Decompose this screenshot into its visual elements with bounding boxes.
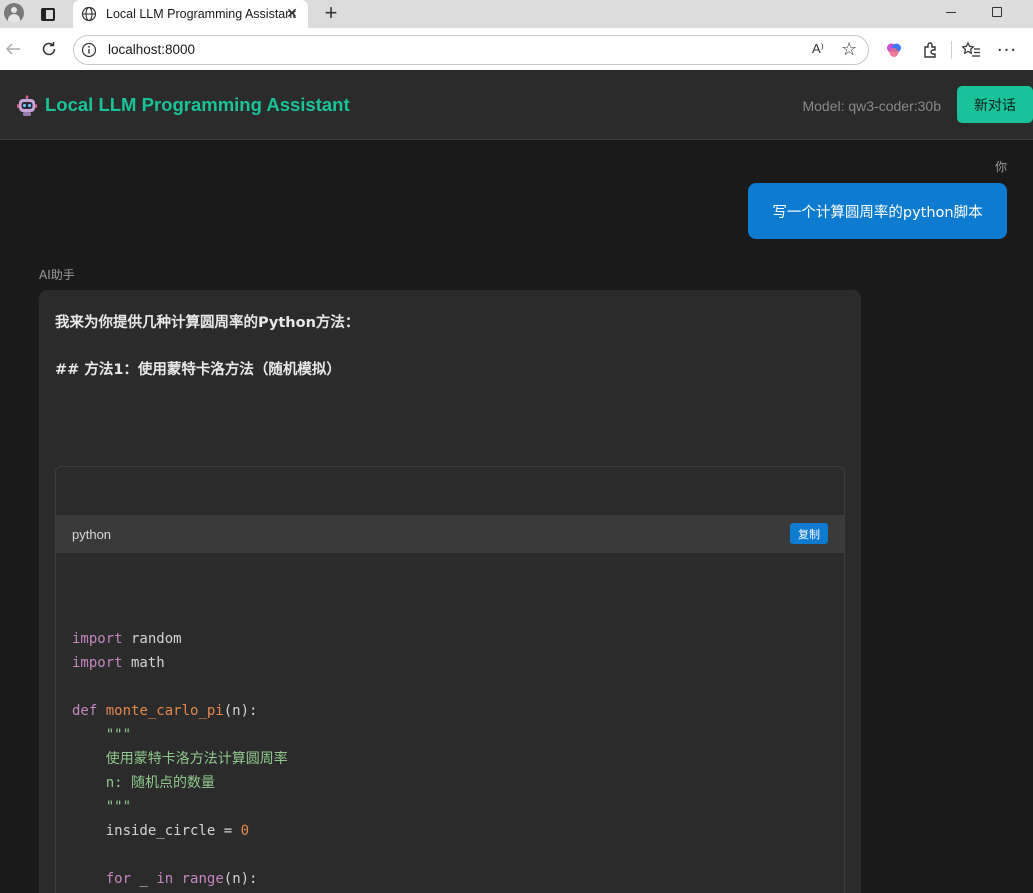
app-title: Local LLM Programming Assistant	[45, 94, 350, 115]
code-line: for _ in range(n):	[105, 871, 258, 887]
more-options-icon[interactable]: ···	[995, 38, 1019, 62]
code-line: n: 随机点的数量	[72, 775, 216, 791]
code-line: """	[72, 799, 132, 815]
code-line: inside_circle = 0	[72, 823, 250, 839]
new-chat-button[interactable]: 新对话	[957, 86, 1033, 123]
assistant-intro-text: 我来为你提供几种计算圆周率的Python方法：	[55, 315, 360, 331]
maximize-icon[interactable]	[987, 2, 1007, 22]
user-sender-label: 你	[994, 160, 1007, 174]
copy-code-button[interactable]: 复制	[790, 523, 828, 544]
favorites-icon[interactable]	[959, 38, 983, 62]
code-line: import random	[72, 631, 182, 647]
code-line: 使用蒙特卡洛方法计算圆周率	[72, 751, 288, 767]
close-tab-icon[interactable]: ✕	[284, 6, 300, 22]
extensions-icon[interactable]	[918, 38, 942, 62]
app-header: Local LLM Programming Assistant Model: q…	[0, 70, 1033, 140]
code-line: import math	[72, 655, 165, 671]
user-message-bubble: 写一个计算圆周率的python脚本	[748, 183, 1007, 239]
code-block-header: python 复制	[56, 515, 844, 553]
minimize-icon[interactable]	[941, 2, 961, 22]
code-line: def monte_carlo_pi(n):	[72, 703, 258, 719]
tab-title: Local LLM Programming Assistant	[106, 7, 296, 21]
globe-icon	[81, 6, 97, 22]
model-label: Model: qw3-coder:30b	[802, 98, 941, 114]
code-language-label: python	[72, 527, 112, 542]
assistant-heading-text: ## 方法1：使用蒙特卡洛方法（随机模拟）	[55, 362, 341, 378]
assistant-message-bubble: 我来为你提供几种计算圆周率的Python方法： ## 方法1：使用蒙特卡洛方法（…	[39, 290, 861, 893]
tab-actions-icon[interactable]	[38, 4, 58, 24]
back-arrow-icon[interactable]	[2, 38, 24, 60]
read-aloud-icon[interactable]: A⁾	[812, 41, 824, 57]
code-block: python 复制 import random import math def m…	[55, 466, 845, 893]
code-content[interactable]: import random import math def monte_carlo…	[72, 627, 288, 891]
browser-tab[interactable]: Local LLM Programming Assistant ✕	[73, 0, 308, 28]
url-text[interactable]: localhost:8000	[108, 42, 195, 57]
browser-tabbar: Local LLM Programming Assistant ✕ +	[0, 0, 1033, 28]
chat-area[interactable]: 你 写一个计算圆周率的python脚本 AI助手 我来为你提供几种计算圆周率的P…	[0, 141, 1033, 893]
code-line: """	[72, 727, 132, 743]
new-tab-button[interactable]: +	[320, 2, 342, 25]
copilot-icon[interactable]	[882, 38, 906, 62]
reload-icon[interactable]	[38, 38, 60, 60]
toolbar-divider	[951, 41, 952, 59]
robot-icon	[16, 95, 38, 117]
address-bar[interactable]: localhost:8000 A⁾ ☆	[73, 35, 869, 65]
favorite-star-icon[interactable]: ☆	[841, 39, 857, 60]
site-info-icon[interactable]	[81, 42, 97, 58]
profile-icon[interactable]	[1, 0, 27, 25]
assistant-sender-label: AI助手	[39, 268, 75, 282]
